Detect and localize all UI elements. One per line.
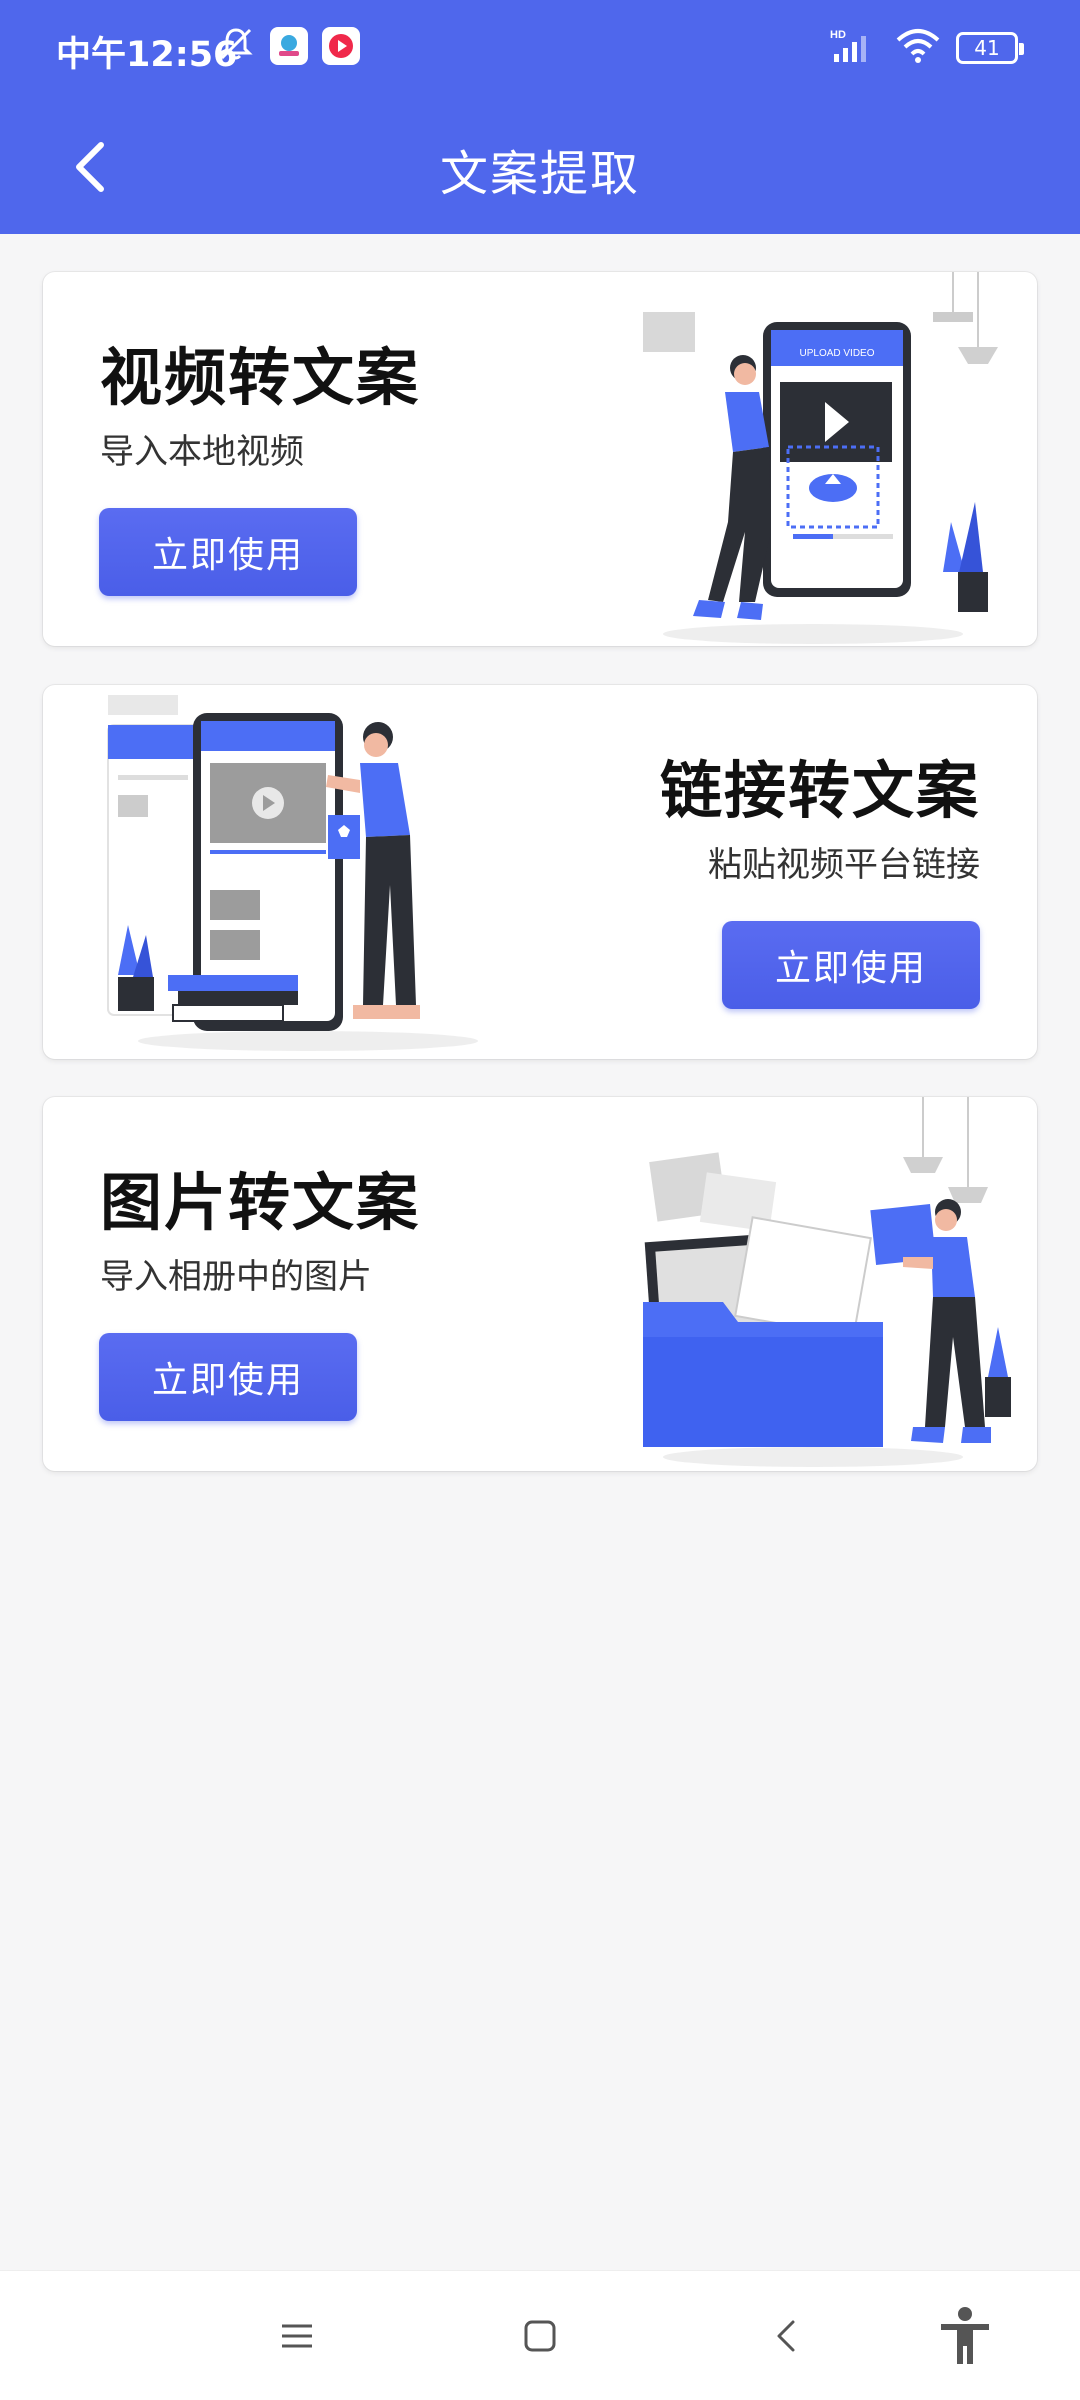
- image-to-text-card: 图片转文案 导入相册中的图片 立即使用: [43, 1097, 1037, 1471]
- page-title: 文案提取: [439, 146, 640, 202]
- wifi-icon: [896, 28, 940, 68]
- card-subtitle: 导入相册中的图片: [100, 1257, 372, 1297]
- back-icon: [777, 2320, 795, 2352]
- mute-bell-icon: [216, 24, 256, 68]
- image-to-text-button[interactable]: 立即使用: [99, 1333, 357, 1421]
- battery-icon: 41: [956, 32, 1024, 64]
- status-icons-left: [216, 24, 360, 68]
- image-folder-illustration: [643, 1097, 1011, 1467]
- home-button[interactable]: [505, 2301, 575, 2371]
- status-bar: 中午12:56 HD 41: [0, 0, 1080, 100]
- card-subtitle: 粘贴视频平台链接: [708, 845, 980, 885]
- status-time: 中午12:56: [56, 35, 238, 75]
- signal-icon: HD: [830, 28, 880, 68]
- video-to-text-card: 视频转文案 导入本地视频 立即使用 UPLOAD VIDEO: [43, 272, 1037, 646]
- menu-button[interactable]: [262, 2301, 332, 2371]
- status-icons-right: HD 41: [830, 28, 1024, 68]
- header: 文案提取: [0, 100, 1080, 234]
- system-nav-bar: [0, 2270, 1080, 2400]
- card-title: 图片转文案: [100, 1166, 421, 1239]
- video-to-text-button[interactable]: 立即使用: [99, 508, 357, 596]
- app-notification-icon: [270, 27, 308, 65]
- video-upload-illustration: UPLOAD VIDEO: [643, 272, 998, 644]
- menu-icon: [282, 2324, 312, 2348]
- svg-text:HD: HD: [830, 29, 846, 41]
- home-icon: [524, 2320, 556, 2352]
- link-to-text-button[interactable]: 立即使用: [722, 921, 980, 1009]
- accessibility-button[interactable]: [930, 2301, 1000, 2371]
- card-title: 视频转文案: [100, 341, 421, 414]
- svg-text:UPLOAD VIDEO: UPLOAD VIDEO: [799, 348, 874, 359]
- link-to-text-card: 链接转文案 粘贴视频平台链接 立即使用: [43, 685, 1037, 1059]
- system-back-button[interactable]: [752, 2301, 822, 2371]
- card-subtitle: 导入本地视频: [100, 432, 304, 472]
- video-app-icon: [322, 27, 360, 65]
- link-share-illustration: [107, 695, 478, 1051]
- accessibility-icon: [941, 2307, 989, 2364]
- card-title: 链接转文案: [659, 754, 980, 827]
